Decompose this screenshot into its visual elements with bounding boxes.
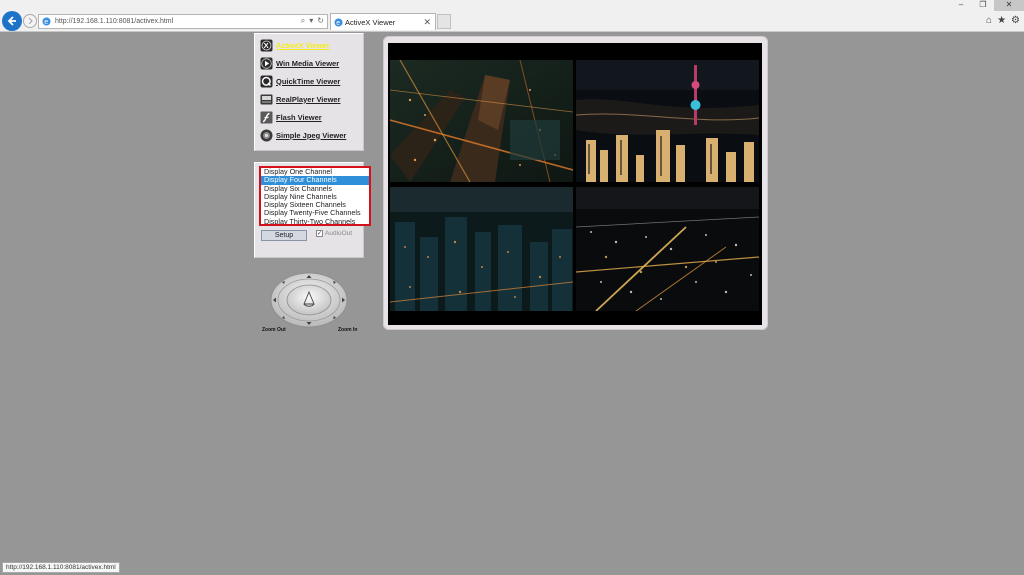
viewer-menu-panel: X ActiveX Viewer Win Media Viewer QuickT… [254,33,364,151]
ptz-center-button[interactable] [286,284,332,316]
flash-icon [260,111,273,124]
audio-out-toggle[interactable]: ✓ AudioOut [316,230,352,237]
activex-icon: X [260,39,273,52]
restore-icon[interactable]: ❐ [972,0,994,11]
svg-text:X: X [264,41,269,50]
quicktime-icon [260,75,273,88]
back-arrow-icon [7,16,16,26]
ie-page-icon: e [334,18,343,27]
forward-button[interactable] [23,14,37,28]
video-channel-1[interactable] [390,60,573,182]
close-window-icon[interactable]: ✕ [994,0,1024,11]
ptz-control: Zoom Out Zoom In [254,271,364,335]
zoom-out-button[interactable]: Zoom Out [262,327,286,333]
favorites-star-icon[interactable]: ★ [997,15,1006,26]
search-icon[interactable]: ⌕ [301,16,305,26]
status-bar-url: http://192.168.1.110:8081/activex.html [2,562,120,573]
dropdown-icon[interactable]: ▾ [309,16,313,26]
browser-chrome: e http://192.168.1.110:8081/activex.html… [0,0,1024,32]
channel-option[interactable]: Display Thirty-Two Channels [261,217,369,224]
menu-item-simple-jpeg-viewer[interactable]: Simple Jpeg Viewer [260,128,346,142]
jpeg-icon [260,129,273,142]
svg-text:e: e [336,20,340,27]
menu-item-realplayer-viewer[interactable]: RealPlayer Viewer [260,92,341,106]
menu-item-win-media-viewer[interactable]: Win Media Viewer [260,56,339,70]
home-icon[interactable]: ⌂ [986,15,992,26]
audio-out-checkbox[interactable]: ✓ [316,230,323,237]
channel-select-list[interactable]: Display One Channel Display Four Channel… [259,166,371,226]
window-controls: – ❐ ✕ [950,0,1024,11]
address-bar[interactable]: e http://192.168.1.110:8081/activex.html… [38,14,328,29]
menu-item-flash-viewer[interactable]: Flash Viewer [260,110,322,124]
refresh-icon[interactable]: ↻ [317,16,324,26]
channel-panel: Display One Channel Display Four Channel… [254,162,371,258]
browser-toolbar-icons: ⌂ ★ ⚙ [986,15,1020,26]
close-tab-icon[interactable]: ✕ [423,17,431,28]
ie-page-icon: e [42,17,51,26]
minimize-icon[interactable]: – [950,0,972,11]
tab-activex-viewer[interactable]: e ActiveX Viewer ✕ [330,13,436,30]
video-channel-3[interactable] [390,187,573,311]
new-tab-button[interactable] [437,14,451,29]
forward-arrow-icon [28,17,33,25]
video-grid [388,43,762,325]
settings-gear-icon[interactable]: ⚙ [1011,15,1020,26]
audio-out-label: AudioOut [325,230,353,237]
address-text: http://192.168.1.110:8081/activex.html [55,18,174,25]
menu-item-quicktime-viewer[interactable]: QuickTime Viewer [260,74,340,88]
back-button[interactable] [2,11,22,31]
realplayer-icon [260,93,273,106]
zoom-in-button[interactable]: Zoom In [338,327,357,333]
play-icon [260,57,273,70]
svg-text:e: e [44,19,48,26]
menu-item-activex-viewer[interactable]: X ActiveX Viewer [260,38,330,52]
video-channel-2[interactable] [576,60,759,182]
video-channel-4[interactable] [576,187,759,311]
setup-button[interactable]: Setup [261,230,307,241]
tab-title: ActiveX Viewer [345,17,396,27]
